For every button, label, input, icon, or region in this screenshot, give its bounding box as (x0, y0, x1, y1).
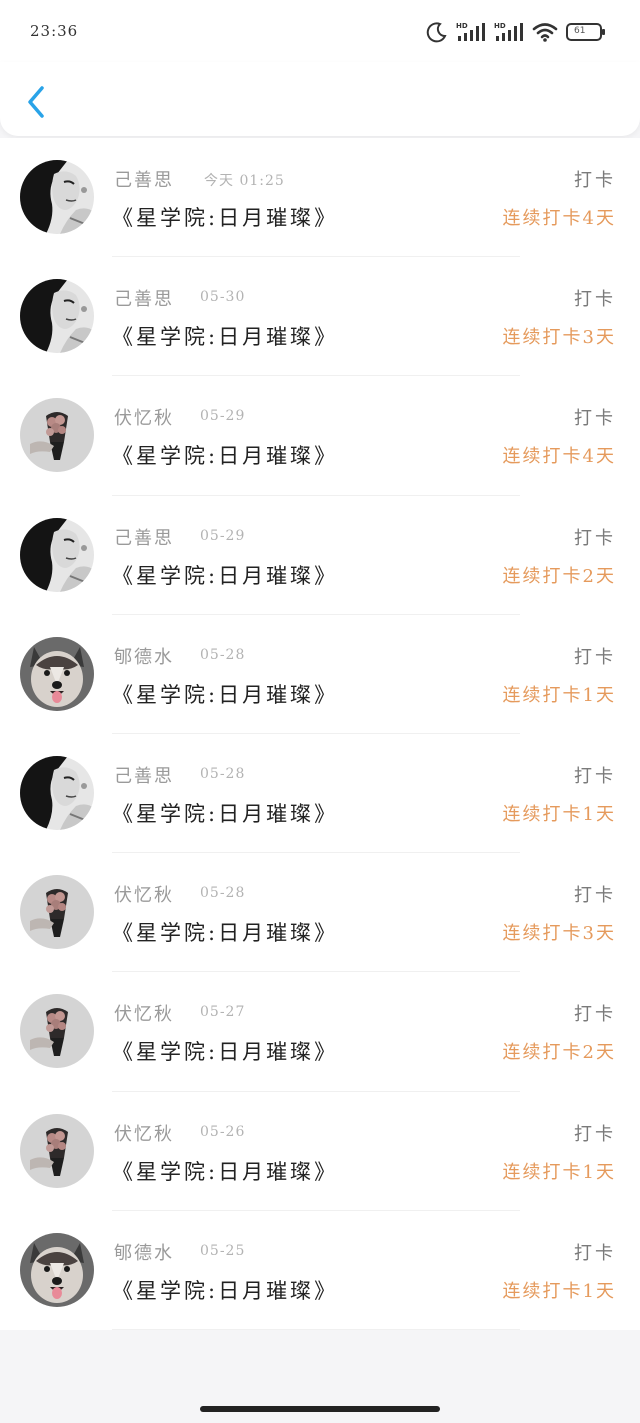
avatar[interactable] (20, 398, 94, 472)
user-name[interactable]: 己善思 (114, 524, 174, 550)
user-name[interactable]: 伏忆秋 (114, 881, 174, 907)
streak-label: 连续打卡1天 (502, 1161, 616, 1183)
list-item[interactable]: 郇德水 05-25 《星学院:日月璀璨》 打卡连续打卡1天 (0, 1211, 640, 1330)
checkin-tag: 打卡 (574, 646, 616, 668)
avatar[interactable] (20, 875, 94, 949)
checkin-time: 05-28 (200, 885, 246, 902)
book-title[interactable]: 《星学院:日月璀璨》 (112, 1036, 338, 1066)
list-item[interactable]: 伏忆秋 05-28 《星学院:日月璀璨》 打卡连续打卡3天 (0, 853, 640, 973)
streak-label: 连续打卡3天 (502, 327, 616, 349)
avatar[interactable] (20, 1114, 94, 1188)
avatar[interactable] (20, 994, 94, 1068)
home-indicator[interactable] (200, 1406, 440, 1412)
checkin-time: 05-30 (200, 289, 246, 306)
streak-label: 连续打卡1天 (502, 684, 616, 706)
avatar-image (20, 160, 94, 234)
moon-icon (426, 22, 447, 43)
streak-label: 连续打卡2天 (502, 565, 616, 587)
checkin-tag: 打卡 (574, 1004, 616, 1026)
book-title[interactable]: 《星学院:日月璀璨》 (112, 1275, 338, 1305)
back-button[interactable] (22, 82, 52, 122)
avatar[interactable] (20, 160, 94, 234)
avatar[interactable] (20, 1233, 94, 1307)
streak-label: 连续打卡3天 (502, 923, 616, 945)
avatar-image (20, 994, 94, 1068)
user-name[interactable]: 郇德水 (114, 643, 174, 669)
status-bar: 23:36 HD HD 61 (0, 0, 640, 62)
user-name[interactable]: 己善思 (114, 166, 174, 192)
avatar-image (20, 518, 94, 592)
checkin-time: 今天 01:25 (204, 173, 285, 189)
avatar-image (20, 398, 94, 472)
avatar-image (20, 756, 94, 830)
battery-icon: 61 (566, 23, 606, 41)
checkin-list: 己善思 今天 01:25 《星学院:日月璀璨》 打卡 连续打卡4天 己善思 05-30 《星学… (0, 138, 640, 1330)
avatar[interactable] (20, 518, 94, 592)
checkin-time: 05-29 (200, 527, 246, 544)
avatar-image (20, 1114, 94, 1188)
book-title[interactable]: 《星学院:日月璀璨》 (112, 202, 338, 232)
user-name[interactable]: 己善思 (114, 762, 174, 788)
book-title[interactable]: 《星学院:日月璀璨》 (112, 560, 338, 590)
checkin-time: 05-25 (200, 1242, 246, 1259)
avatar-image (20, 279, 94, 353)
streak-label: 连续打卡1天 (502, 1280, 616, 1302)
avatar-image (20, 875, 94, 949)
list-item[interactable]: 己善思 05-28 《星学院:日月璀璨》 打卡连续打卡1天 (0, 734, 640, 854)
svg-text:HD: HD (494, 22, 506, 30)
svg-text:HD: HD (456, 22, 468, 30)
user-name[interactable]: 伏忆秋 (114, 1120, 174, 1146)
user-name[interactable]: 郇德水 (114, 1239, 174, 1265)
checkin-time: 05-26 (200, 1123, 246, 1140)
user-name[interactable]: 己善思 (114, 285, 174, 311)
signal-hd-icon: HD (456, 22, 485, 41)
avatar-image (20, 637, 94, 711)
list-item[interactable]: 郇德水 05-28 《星学院:日月璀璨》 打卡连续打卡1天 (0, 615, 640, 734)
divider (112, 1328, 520, 1330)
checkin-tag: 打卡 (574, 289, 616, 311)
streak-label: 连续打卡4天 (502, 208, 616, 229)
book-title[interactable]: 《星学院:日月璀璨》 (112, 321, 338, 351)
wifi-icon (532, 23, 558, 42)
avatar[interactable] (20, 756, 94, 830)
avatar-image (20, 1233, 94, 1307)
header (0, 62, 640, 136)
avatar[interactable] (20, 637, 94, 711)
list-item[interactable]: 伏忆秋 05-27 《星学院:日月璀璨》 打卡连续打卡2天 (0, 972, 640, 1092)
book-title[interactable]: 《星学院:日月璀璨》 (112, 1156, 338, 1186)
checkin-tag: 打卡 (574, 1123, 616, 1145)
checkin-tag: 打卡 (574, 170, 616, 191)
list-item[interactable]: 己善思 05-29 《星学院:日月璀璨》 打卡连续打卡2天 (0, 496, 640, 615)
checkin-time: 05-28 (200, 646, 246, 663)
status-time: 23:36 (30, 22, 79, 40)
checkin-time: 05-27 (200, 1004, 246, 1021)
streak-label: 连续打卡2天 (502, 1042, 616, 1064)
checkin-tag: 打卡 (574, 408, 616, 430)
user-name[interactable]: 伏忆秋 (114, 404, 174, 430)
user-name[interactable]: 伏忆秋 (114, 1000, 174, 1026)
checkin-tag: 打卡 (574, 765, 616, 787)
book-title[interactable]: 《星学院:日月璀璨》 (112, 917, 338, 947)
avatar[interactable] (20, 279, 94, 353)
checkin-tag: 打卡 (574, 527, 616, 549)
book-title[interactable]: 《星学院:日月璀璨》 (112, 440, 338, 470)
list-item[interactable]: 己善思 今天 01:25 《星学院:日月璀璨》 打卡连续打卡4天 (0, 138, 640, 258)
signal-hd-icon-2: HD (494, 22, 523, 41)
list-item[interactable]: 伏忆秋 05-29 《星学院:日月璀璨》 打卡连续打卡4天 (0, 376, 640, 496)
checkin-time: 05-29 (200, 408, 246, 425)
checkin-tag: 打卡 (574, 885, 616, 907)
list-item[interactable]: 伏忆秋 05-26 《星学院:日月璀璨》 打卡连续打卡1天 (0, 1092, 640, 1211)
chevron-left-icon (28, 86, 44, 118)
status-icons: HD HD 61 (426, 18, 606, 46)
list-item[interactable]: 己善思 05-30 《星学院:日月璀璨》 打卡连续打卡3天 (0, 257, 640, 377)
book-title[interactable]: 《星学院:日月璀璨》 (112, 679, 338, 709)
book-title[interactable]: 《星学院:日月璀璨》 (112, 798, 338, 828)
battery-level: 61 (574, 26, 586, 36)
checkin-tag: 打卡 (574, 1242, 616, 1264)
streak-label: 连续打卡1天 (502, 803, 616, 825)
checkin-time: 05-28 (200, 765, 246, 782)
streak-label: 连续打卡4天 (502, 446, 616, 468)
